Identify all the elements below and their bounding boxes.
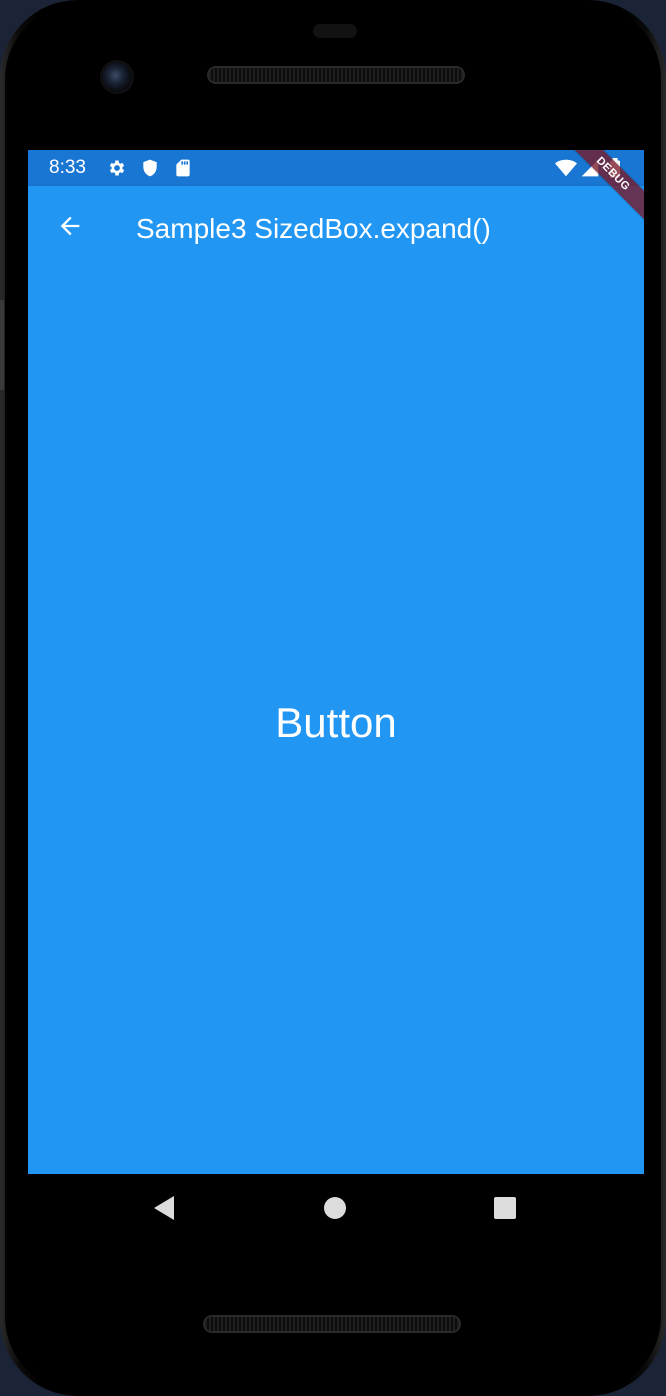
phone-frame: 8:33 Sample3 SizedBox.expand() Button DE…	[0, 0, 666, 1396]
recents-square-icon	[494, 1196, 516, 1224]
sd-card-icon	[173, 158, 193, 178]
device-screen: 8:33 Sample3 SizedBox.expand() Button DE…	[28, 150, 644, 1174]
nav-home-button[interactable]	[315, 1190, 355, 1230]
bottom-speaker-grille	[205, 1317, 459, 1331]
shield-icon	[140, 158, 160, 178]
earpiece-slot	[313, 24, 357, 38]
status-bar: 8:33	[28, 150, 644, 186]
status-time: 8:33	[49, 157, 86, 178]
back-triangle-icon	[152, 1195, 176, 1226]
app-bar: Sample3 SizedBox.expand()	[28, 186, 644, 270]
button-label: Button	[275, 699, 397, 746]
home-circle-icon	[323, 1196, 347, 1225]
nav-recents-button[interactable]	[485, 1190, 525, 1230]
front-camera	[102, 62, 132, 92]
gear-icon	[107, 158, 127, 178]
nav-back-button[interactable]	[144, 1190, 184, 1230]
expanded-button[interactable]: Button	[28, 270, 644, 1174]
back-button[interactable]	[42, 200, 98, 256]
top-speaker-grille	[209, 68, 463, 82]
system-navigation-bar	[28, 1174, 644, 1246]
app-bar-title: Sample3 SizedBox.expand()	[136, 213, 491, 244]
arrow-back-icon	[56, 212, 84, 245]
wifi-icon	[555, 158, 577, 178]
volume-button	[0, 300, 4, 390]
